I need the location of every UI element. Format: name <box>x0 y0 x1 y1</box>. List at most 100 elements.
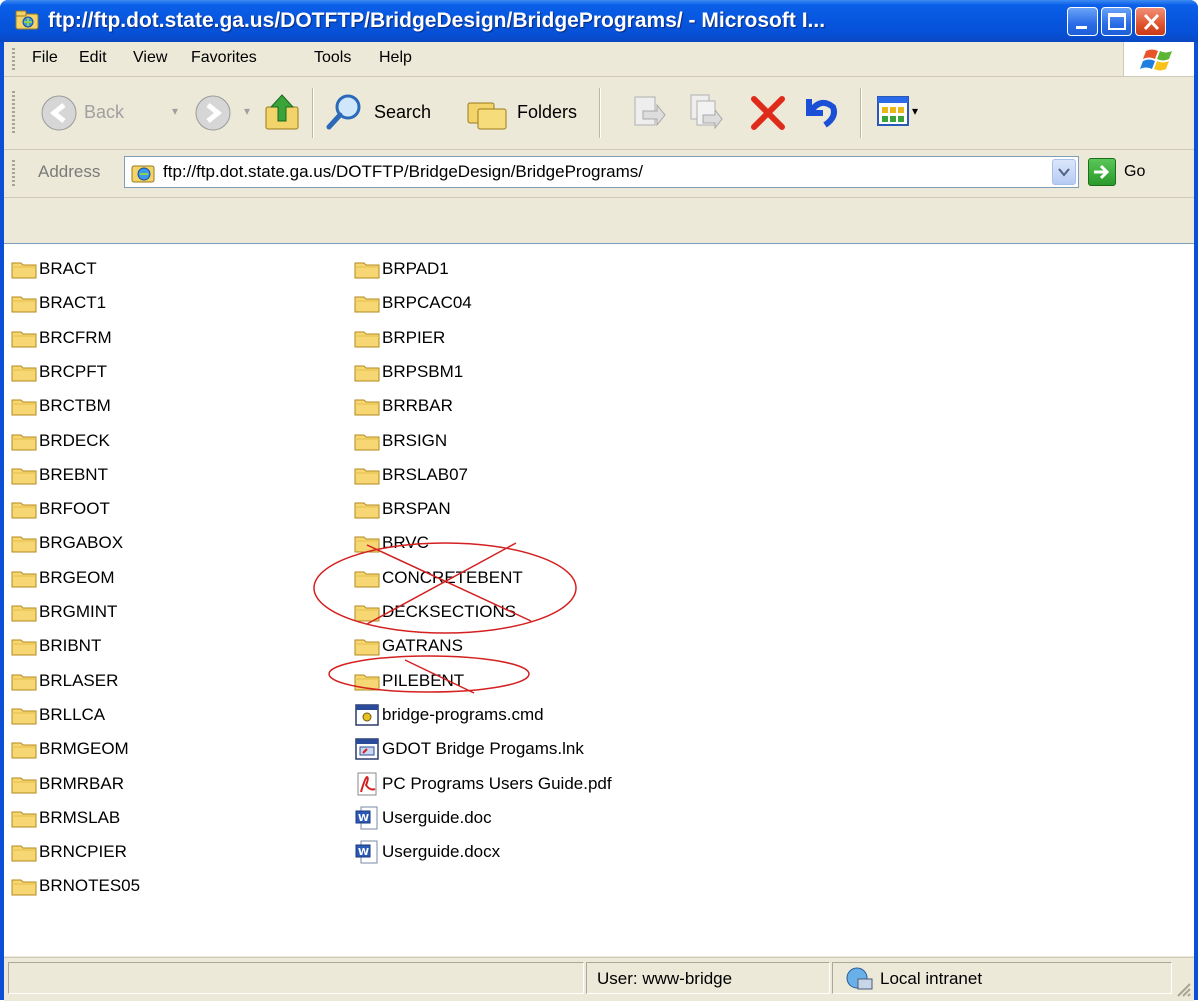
item-name: BRVC <box>382 533 429 553</box>
folder-item[interactable]: BRMRBAR <box>10 770 124 798</box>
forward-dropdown-icon[interactable]: ▾ <box>244 104 250 118</box>
status-zone: Local intranet <box>880 969 983 988</box>
word-doc-icon: W <box>355 840 378 864</box>
folder-icon <box>11 811 37 828</box>
go-button[interactable] <box>1088 158 1116 186</box>
folder-icon <box>11 708 37 725</box>
folder-item[interactable]: DECKSECTIONS <box>353 598 516 626</box>
menu-help[interactable]: Help <box>379 49 412 67</box>
folder-item[interactable]: BRACT <box>10 255 97 283</box>
copy-to-icon[interactable] <box>687 91 725 133</box>
windows-logo <box>1123 42 1194 76</box>
folder-item[interactable]: BRLASER <box>10 667 118 695</box>
item-name: BRCTBM <box>39 396 111 416</box>
folder-item[interactable]: BRPIER <box>353 324 445 352</box>
views-icon[interactable] <box>876 94 910 128</box>
menu-edit[interactable]: Edit <box>79 49 107 67</box>
move-to-icon[interactable] <box>629 91 667 133</box>
folder-item[interactable]: BRNCPIER <box>10 838 127 866</box>
forward-arrow-icon[interactable] <box>194 94 232 132</box>
folder-item[interactable]: BRPAD1 <box>353 255 449 283</box>
folder-item[interactable]: BRSIGN <box>353 427 447 455</box>
back-dropdown-icon[interactable]: ▾ <box>172 104 178 118</box>
folder-item[interactable]: BRPCAC04 <box>353 289 472 317</box>
back-arrow-icon[interactable] <box>40 94 78 132</box>
file-item[interactable]: W Userguide.docx <box>353 838 500 866</box>
folder-item[interactable]: BRCTBM <box>10 392 111 420</box>
folder-item[interactable]: BRVC <box>353 529 429 557</box>
up-folder-icon[interactable] <box>262 91 302 133</box>
shortcut-file-icon <box>355 738 379 760</box>
folder-icon <box>11 331 37 348</box>
item-name: BRMGEOM <box>39 739 129 759</box>
folder-item[interactable]: BRIBNT <box>10 632 101 660</box>
folder-item[interactable]: BRPSBM1 <box>353 358 463 386</box>
ftp-folder-icon <box>131 165 155 183</box>
folder-item[interactable]: BRLLCA <box>10 701 105 729</box>
toolbar-row: Back ▾ ▾ Search Folders ▾ <box>4 77 1194 150</box>
address-input[interactable]: ftp://ftp.dot.state.ga.us/DOTFTP/BridgeD… <box>124 156 1079 188</box>
folder-item[interactable]: CONCRETEBENT <box>353 564 523 592</box>
file-item[interactable]: GDOT Bridge Progams.lnk <box>353 735 584 763</box>
file-item[interactable]: bridge-programs.cmd <box>353 701 544 729</box>
folder-item[interactable]: BRDECK <box>10 427 110 455</box>
folder-item[interactable]: BRFOOT <box>10 495 110 523</box>
folder-icon <box>11 296 37 313</box>
folder-item[interactable]: BRGEOM <box>10 564 115 592</box>
item-name: CONCRETEBENT <box>382 567 523 587</box>
folders-button[interactable]: Folders <box>517 102 577 123</box>
menu-view[interactable]: View <box>133 49 167 67</box>
delete-icon[interactable] <box>748 93 788 133</box>
item-name: GDOT Bridge Progams.lnk <box>382 739 584 759</box>
search-icon[interactable] <box>324 91 366 133</box>
minimize-button[interactable] <box>1067 7 1098 36</box>
word-doc-icon: W <box>355 806 378 830</box>
folder-icon <box>354 605 380 622</box>
folder-item[interactable]: BRMSLAB <box>10 804 120 832</box>
item-name: bridge-programs.cmd <box>382 704 544 724</box>
folders-icon[interactable] <box>466 93 510 131</box>
item-name: GATRANS <box>382 636 463 656</box>
resize-grip-icon[interactable] <box>1174 980 1192 998</box>
folder-item[interactable]: BRCPFT <box>10 358 107 386</box>
title-bar[interactable]: ftp://ftp.dot.state.ga.us/DOTFTP/BridgeD… <box>0 0 1198 42</box>
folder-item[interactable]: PILEBENT <box>353 667 464 695</box>
status-bar: User: www-bridge Local intranet <box>4 957 1194 1001</box>
item-name: BRSIGN <box>382 430 448 450</box>
views-dropdown-icon[interactable]: ▾ <box>912 104 918 118</box>
file-item[interactable]: W Userguide.doc <box>353 804 492 832</box>
browser-window: ftp://ftp.dot.state.ga.us/DOTFTP/BridgeD… <box>0 0 1198 1001</box>
search-button[interactable]: Search <box>374 102 431 123</box>
folder-item[interactable]: BRSLAB07 <box>353 461 468 489</box>
folder-item[interactable]: GATRANS <box>353 632 463 660</box>
folder-item[interactable]: BRNOTES05 <box>10 872 140 900</box>
undo-icon[interactable] <box>799 91 841 133</box>
folder-item[interactable]: BRGABOX <box>10 529 123 557</box>
menu-file[interactable]: File <box>32 49 58 67</box>
go-label[interactable]: Go <box>1124 163 1145 181</box>
folder-icon <box>11 468 37 485</box>
close-button[interactable] <box>1135 7 1166 36</box>
menu-tools[interactable]: Tools <box>314 49 351 67</box>
menu-grip[interactable] <box>12 48 15 70</box>
folder-item[interactable]: BRRBAR <box>353 392 453 420</box>
address-url[interactable]: ftp://ftp.dot.state.ga.us/DOTFTP/BridgeD… <box>163 162 643 182</box>
local-intranet-icon <box>846 967 873 990</box>
address-dropdown-button[interactable] <box>1052 159 1076 185</box>
folder-item[interactable]: BRGMINT <box>10 598 117 626</box>
folder-icon <box>11 674 37 691</box>
menu-favorites[interactable]: Favorites <box>191 49 257 67</box>
item-name: BRMRBAR <box>39 773 125 793</box>
item-name: BRPAD1 <box>382 259 449 278</box>
folder-item[interactable]: BRCFRM <box>10 324 112 352</box>
folder-item[interactable]: BRMGEOM <box>10 735 129 763</box>
maximize-button[interactable] <box>1101 7 1132 36</box>
address-grip[interactable] <box>12 160 15 186</box>
toolbar-grip[interactable] <box>12 91 15 135</box>
back-label[interactable]: Back <box>84 102 124 123</box>
file-item[interactable]: PC Programs Users Guide.pdf <box>353 770 612 798</box>
folder-item[interactable]: BREBNT <box>10 461 108 489</box>
folder-item[interactable]: BRACT1 <box>10 289 106 317</box>
folder-item[interactable]: BRSPAN <box>353 495 451 523</box>
item-name: BRPIER <box>382 327 446 347</box>
